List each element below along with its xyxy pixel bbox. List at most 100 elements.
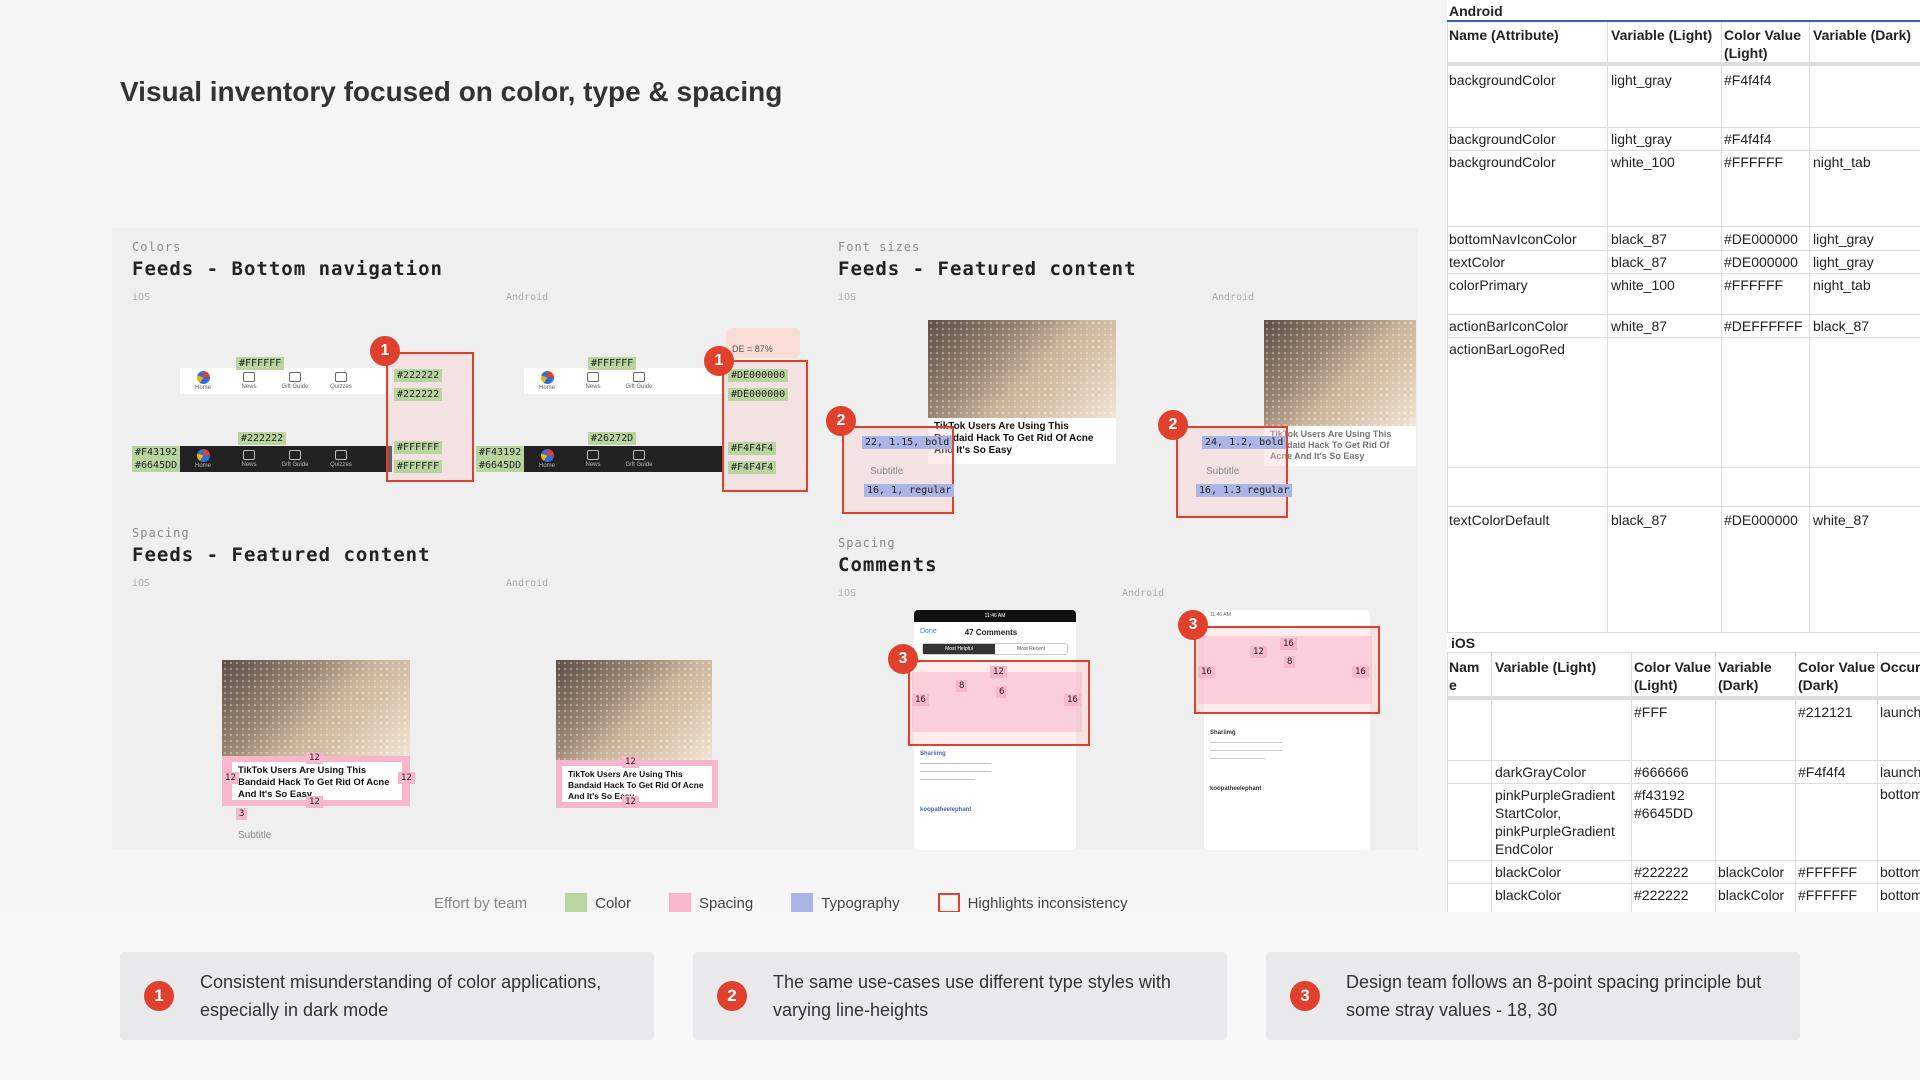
table-cell: actionBarIconColor [1449, 318, 1569, 334]
table-cell: #DE000000 [1724, 254, 1798, 270]
article-image [1264, 320, 1416, 426]
badge-2: 2 [826, 406, 856, 436]
tab-most-helpful[interactable]: Most Helpful [923, 644, 995, 654]
legend-item: Color [595, 894, 631, 912]
color-tag: #F43192 [476, 446, 525, 459]
platform-ios: iOS [132, 292, 151, 303]
gift-icon [633, 450, 645, 460]
news-icon [587, 450, 599, 460]
finding-card-2: 2 The same use-cases use different type … [693, 952, 1227, 1040]
spacing-tag: 12 [306, 796, 323, 808]
column-header: Nam e [1449, 659, 1480, 693]
spacing-tag: 8 [956, 680, 968, 692]
color-tag: #F43192 [132, 446, 181, 459]
table-cell: textColorDefault [1449, 512, 1550, 528]
nav-item-home: Home [524, 371, 570, 391]
section-title-comments: Comments [838, 554, 938, 576]
finding-number: 3 [1290, 981, 1320, 1011]
finding-card-3: 3 Design team follows an 8-point spacing… [1266, 952, 1800, 1040]
type-tag: 22, 1.15, bold [862, 436, 953, 449]
spacing-tag: 12 [622, 796, 639, 808]
color-tag: #FFFFFF [236, 357, 285, 370]
logo-icon [540, 449, 554, 462]
platform-ios: iOS [132, 578, 151, 589]
table-cell: black_87 [1611, 254, 1668, 270]
spacing-tag: 16 [1064, 694, 1081, 706]
nav-item-news: News [570, 450, 616, 468]
table-cell: pinkPurpleGradient StartColor, pinkPurpl… [1495, 787, 1615, 857]
table-cell: light_gray [1813, 254, 1874, 270]
table-cell: light_gray [1813, 231, 1874, 247]
table-cell: #DEFFFFFF [1724, 318, 1803, 334]
table-cell: blackColor [1718, 887, 1785, 903]
nav-item-news: News [226, 372, 272, 390]
column-header: Color Value (Dark) [1798, 659, 1876, 693]
column-header: Variable (Dark) [1718, 659, 1772, 693]
table-cell: #FFFFFF [1798, 887, 1858, 903]
table-cell: #f43192 #6645DD [1634, 787, 1694, 821]
comment-author[interactable]: koopatheelephant [914, 807, 1076, 813]
grid-icon [335, 372, 347, 382]
color-tag: #FFFFFF [588, 357, 637, 370]
color-tag: #6645DD [132, 459, 181, 472]
tab-most-recent[interactable]: Most Recent [995, 644, 1067, 654]
legend-item: Typography [821, 894, 900, 912]
legend-swatch-color [565, 893, 588, 913]
table-cell: light_gray [1611, 72, 1672, 88]
finding-card-1: 1 Consistent misunderstanding of color a… [120, 952, 654, 1040]
article-image [556, 660, 712, 760]
news-icon [243, 372, 255, 382]
nav-item-gift: Gift Guide [272, 450, 318, 468]
finding-number: 1 [144, 981, 174, 1011]
table-cell: night_tab [1813, 154, 1871, 170]
platform-android: Android [1212, 292, 1255, 303]
comment-author[interactable]: koopatheelephant [1204, 786, 1370, 792]
legend-item: Highlights inconsistency [967, 894, 1128, 912]
status-bar: 11:46 AM [914, 610, 1076, 622]
color-tag: #6645DD [476, 459, 525, 472]
platform-android: Android [506, 292, 549, 303]
ios-nav-light: Home News Gift Guide Quizzes [180, 368, 392, 394]
comments-title: 47 Comments [964, 628, 1018, 637]
color-tag: #26272D [588, 432, 637, 445]
opacity-note: DE = 87% [732, 344, 773, 354]
table-cell: #FFFFFF [1798, 864, 1858, 880]
done-button[interactable]: Done [920, 628, 937, 637]
gift-icon [633, 372, 645, 382]
gift-icon [289, 372, 301, 382]
legend-title: Effort by team [434, 894, 528, 912]
news-icon [587, 372, 599, 382]
platform-android: Android [1122, 588, 1165, 599]
spacing-tag: 16 [912, 694, 929, 706]
spacing-tag: 3 [236, 808, 248, 820]
table-cell: #FFFFFF [1724, 277, 1784, 293]
spacing-tag: 12 [1250, 646, 1267, 658]
android-nav-dark: Home News Gift Guide [524, 446, 722, 472]
nav-item-gift: Gift Guide [616, 372, 662, 390]
color-tag: #F4F4F4 [728, 461, 777, 474]
spacing-tag: 16 [1280, 638, 1297, 650]
spacing-tag: 12 [622, 756, 639, 768]
table-cell: launch [1880, 764, 1920, 780]
logo-icon [540, 371, 554, 384]
column-header: Variable (Dark) [1813, 27, 1912, 43]
column-header: Variable (Light) [1495, 659, 1597, 675]
table-cell: backgroundColor [1449, 72, 1556, 88]
type-tag: 16, 1.3 regular [1196, 484, 1293, 497]
platform-android: Android [506, 578, 549, 589]
nav-item-gift: Gift Guide [616, 450, 662, 468]
color-tag: #F4F4F4 [728, 442, 777, 455]
table-cell: darkGrayColor [1495, 764, 1587, 780]
column-header: Variable (Light) [1611, 27, 1713, 43]
legend-swatch-spacing [668, 893, 691, 913]
table-cell: backgroundColor [1449, 131, 1556, 147]
nav-item-news: News [570, 372, 616, 390]
tokens-spreadsheet: Android Name (Attribute) Variable (Light… [1447, 0, 1920, 912]
spacing-tag: 8 [1284, 656, 1296, 668]
color-tag: #222222 [238, 432, 287, 445]
table-cell: #F4f4f4 [1724, 72, 1772, 88]
table-cell: #212121 [1798, 704, 1853, 720]
color-tag: #222222 [394, 388, 443, 401]
color-tag: #FFFFFF [394, 441, 443, 454]
table-cell: #222222 [1634, 887, 1689, 903]
